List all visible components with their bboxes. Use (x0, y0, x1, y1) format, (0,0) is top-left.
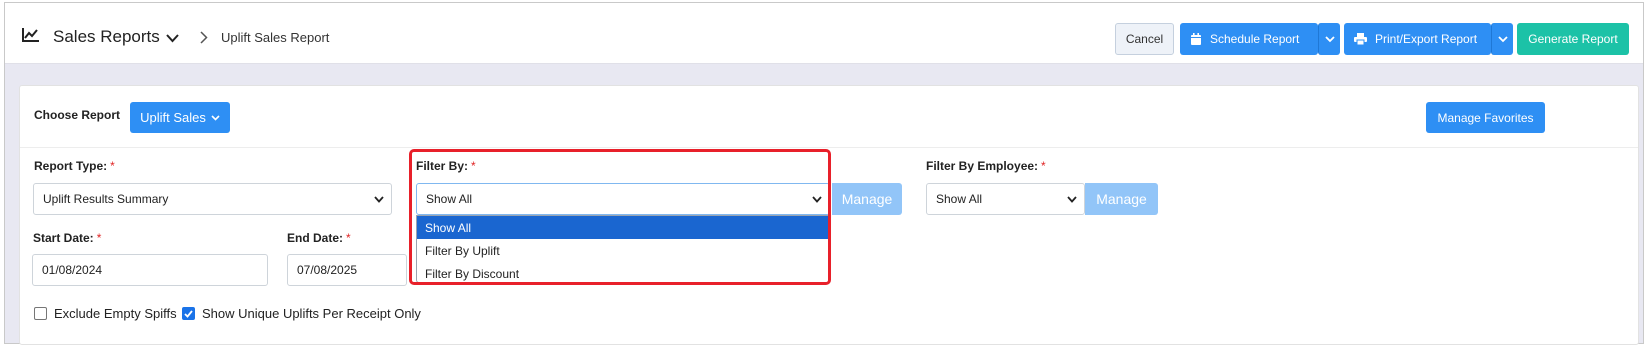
end-date-label: End Date: * (287, 231, 351, 245)
filter-manage-label: Manage (841, 191, 893, 207)
generate-report-button[interactable]: Generate Report (1517, 23, 1629, 55)
report-selector-button[interactable]: Uplift Sales (130, 102, 230, 133)
employee-manage-label: Manage (1096, 191, 1147, 207)
print-export-button[interactable]: Print/Export Report (1344, 23, 1491, 55)
line-chart-icon (22, 28, 39, 42)
unique-uplifts-checkbox[interactable] (182, 307, 195, 320)
start-date-label: Start Date: * (33, 231, 101, 245)
manage-favorites-button[interactable]: Manage Favorites (1426, 102, 1545, 133)
manage-favorites-label: Manage Favorites (1437, 110, 1534, 125)
start-date-input[interactable]: 01/08/2024 (32, 254, 268, 286)
required-mark: * (96, 231, 102, 245)
report-type-label-text: Report Type: (34, 159, 108, 173)
filter-employee-label: Filter By Employee: * (926, 159, 1046, 173)
schedule-report-button[interactable]: Schedule Report (1180, 23, 1318, 55)
unique-uplifts-row[interactable]: Show Unique Uplifts Per Receipt Only (182, 306, 421, 321)
required-mark: * (1041, 159, 1046, 173)
report-selector-label: Uplift Sales (140, 110, 206, 125)
breadcrumb: Uplift Sales Report (221, 30, 330, 45)
page-header: Sales Reports Uplift Sales Report Cancel… (5, 3, 1643, 64)
report-type-value: Uplift Results Summary (43, 192, 169, 206)
end-date-input[interactable]: 07/08/2025 (287, 254, 407, 286)
required-mark: * (110, 159, 115, 173)
cancel-button[interactable]: Cancel (1115, 23, 1174, 55)
schedule-report-dropdown[interactable] (1318, 23, 1340, 55)
start-date-value: 01/08/2024 (42, 263, 103, 277)
chevron-down-icon (374, 196, 384, 203)
exclude-empty-spiffs-label[interactable]: Exclude Empty Spiffs (54, 306, 177, 321)
filter-employee-label-text: Filter By Employee: (926, 159, 1039, 173)
print-export-dropdown[interactable] (1491, 23, 1513, 55)
schedule-report-label: Schedule Report (1210, 32, 1300, 46)
print-export-label: Print/Export Report (1375, 32, 1478, 46)
chevron-down-icon (211, 114, 220, 121)
chevron-down-icon[interactable] (166, 34, 179, 43)
highlight-annotation-box (409, 149, 831, 285)
required-mark: * (346, 231, 351, 245)
generate-report-label: Generate Report (1528, 32, 1618, 46)
divider (20, 147, 1638, 148)
choose-report-label: Choose Report (34, 108, 121, 122)
start-date-label-text: Start Date: (33, 231, 94, 245)
exclude-empty-spiffs-row[interactable]: Exclude Empty Spiffs (34, 306, 177, 321)
chevron-down-icon (1497, 35, 1508, 42)
end-date-label-text: End Date: (287, 231, 344, 245)
report-type-select[interactable]: Uplift Results Summary (33, 183, 392, 215)
cancel-button-label: Cancel (1125, 32, 1164, 46)
chevron-down-icon (1067, 196, 1077, 203)
page-title[interactable]: Sales Reports (53, 27, 160, 47)
chevron-down-icon (1324, 35, 1335, 42)
report-type-label: Report Type: * (34, 159, 115, 173)
chevron-right-icon (200, 31, 208, 44)
calendar-icon (1191, 32, 1201, 45)
end-date-value: 07/08/2025 (297, 263, 358, 277)
checkmark-icon (184, 309, 193, 318)
filter-manage-button[interactable]: Manage (832, 183, 902, 215)
exclude-empty-spiffs-checkbox[interactable] (34, 307, 47, 320)
printer-icon (1354, 33, 1367, 45)
employee-manage-button[interactable]: Manage (1085, 183, 1158, 215)
unique-uplifts-label[interactable]: Show Unique Uplifts Per Receipt Only (202, 306, 421, 321)
filter-employee-select[interactable]: Show All (926, 183, 1085, 215)
filter-employee-value: Show All (936, 192, 983, 206)
